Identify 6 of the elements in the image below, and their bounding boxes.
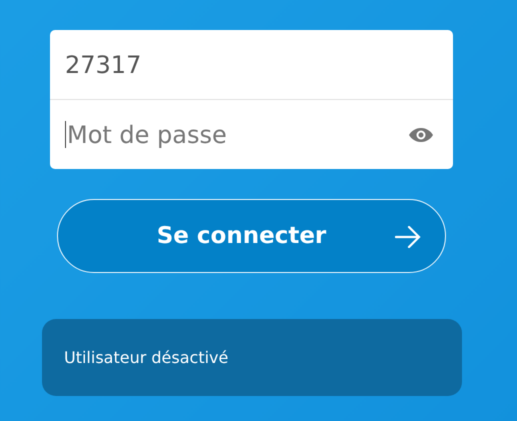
password-field[interactable]: Mot de passe bbox=[50, 100, 453, 169]
eye-icon[interactable] bbox=[409, 128, 433, 142]
username-field[interactable]: 27317 bbox=[50, 30, 453, 99]
login-button[interactable]: Se connecter bbox=[57, 199, 446, 273]
error-message: Utilisateur désactivé bbox=[42, 319, 462, 396]
arrow-right-icon bbox=[395, 226, 421, 248]
